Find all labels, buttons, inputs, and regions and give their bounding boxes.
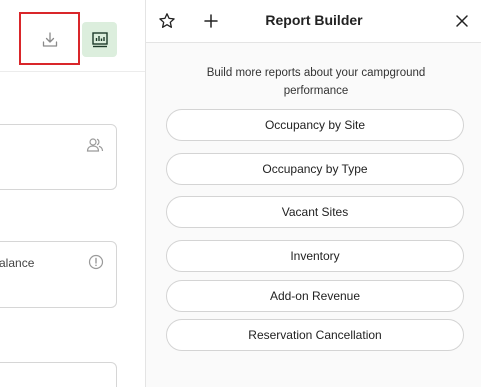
report-builder-panel: Report Builder Build more reports about … [145,0,481,387]
report-occupancy-by-site[interactable]: Occupancy by Site [166,109,464,141]
summary-card [0,362,117,387]
balance-card: Balance [0,241,117,308]
page-toolbar [0,0,145,72]
report-add-on-revenue[interactable]: Add-on Revenue [166,280,464,312]
report-vacant-sites[interactable]: Vacant Sites [166,196,464,228]
report-inventory[interactable]: Inventory [166,240,464,272]
highlight-box [19,12,80,65]
report-occupancy-by-type[interactable]: Occupancy by Type [166,153,464,185]
report-builder-button[interactable] [82,22,117,57]
report-reservation-cancellation[interactable]: Reservation Cancellation [166,319,464,351]
report-list: Occupancy by Site Occupancy by Type Vaca… [146,0,481,387]
users-icon [86,138,104,152]
balance-card-label: Balance [0,256,35,270]
background-page: Balance [0,0,145,387]
bar-chart-icon [91,31,108,47]
summary-card [0,124,117,190]
info-icon [88,254,104,270]
